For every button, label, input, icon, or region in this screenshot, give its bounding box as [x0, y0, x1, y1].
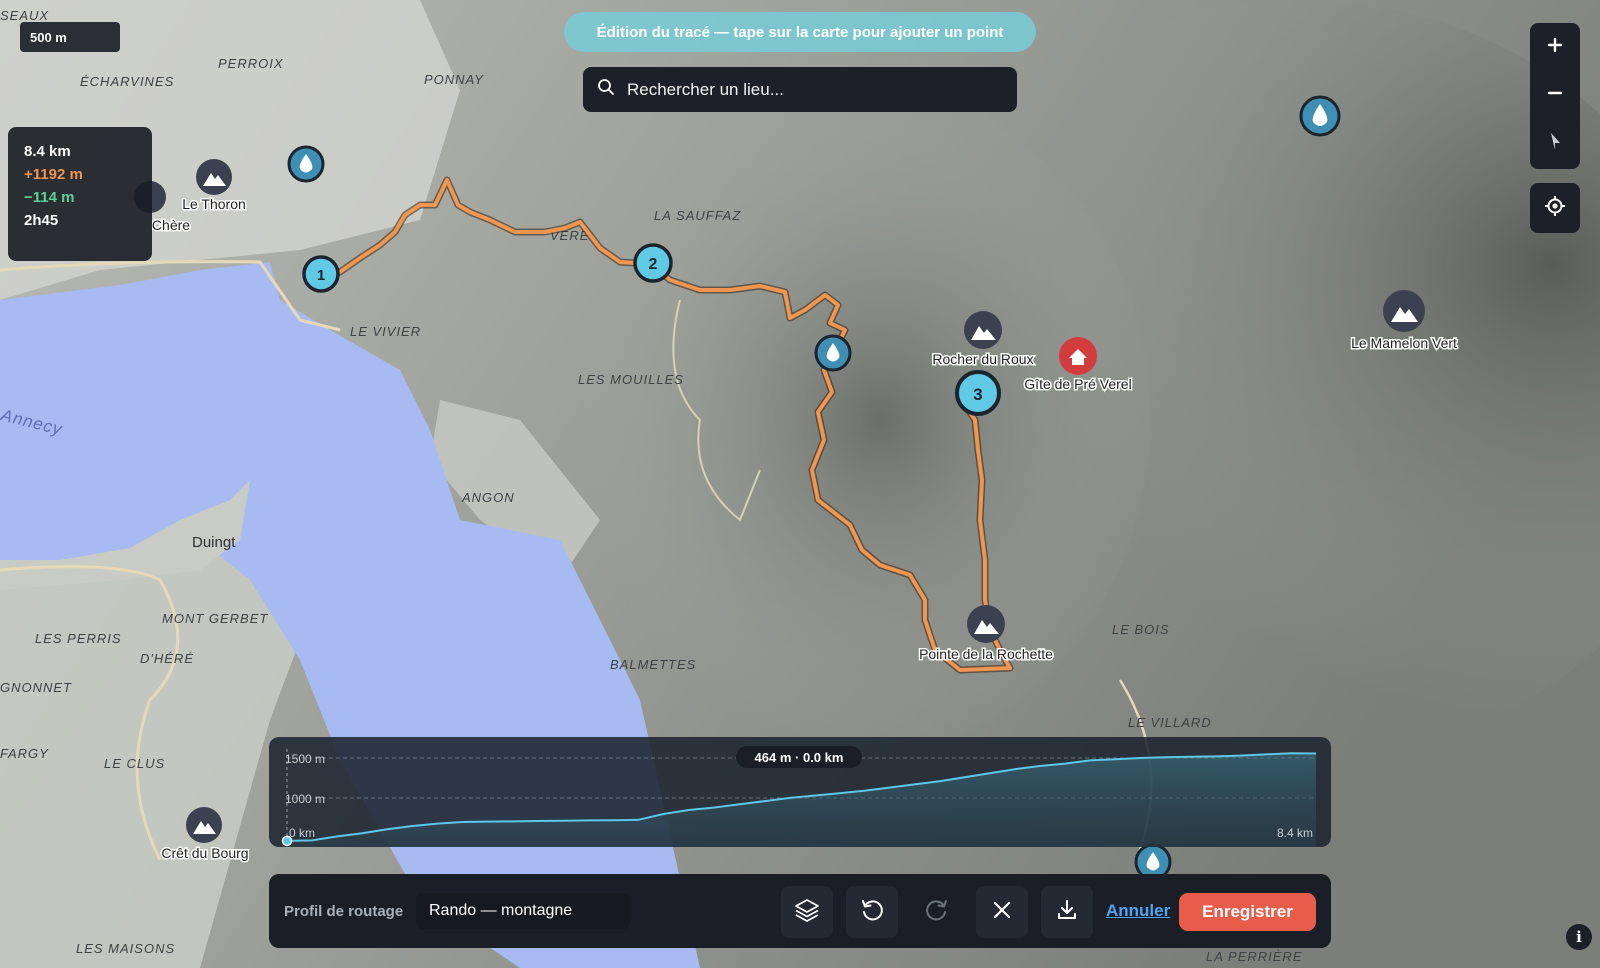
search-bar[interactable]: [583, 67, 1017, 112]
place-label: ANGON: [461, 490, 515, 505]
place-label: MONT GERBET: [162, 611, 268, 626]
zoom-out-button[interactable]: [1530, 71, 1580, 119]
place-label: GNONNET: [0, 680, 72, 695]
routing-profile-label: Profil de routage: [284, 902, 404, 920]
compass-icon: [1547, 131, 1563, 156]
peak-label: Chère: [152, 217, 190, 233]
waypoint-number: 2: [649, 256, 658, 273]
y-label-1500: 1500 m: [285, 752, 325, 766]
place-label: FARGY: [0, 746, 49, 761]
water-icon[interactable]: [1299, 95, 1341, 137]
edit-toolbar: Profil de routage Rando — montagne Annul…: [269, 874, 1331, 948]
zoom-controls: [1530, 23, 1580, 169]
waypoint-number: 1: [317, 267, 325, 284]
redo-icon: [924, 897, 950, 928]
water-icon[interactable]: [287, 145, 325, 183]
waypoint-marker[interactable]: 3: [955, 370, 1001, 416]
route-stats-panel: 8.4 km +1192 m −114 m 2h45: [8, 127, 152, 261]
stat-duration: 2h45: [24, 212, 59, 229]
place-label: SEAUX: [0, 8, 49, 23]
layers-button[interactable]: [781, 886, 833, 938]
y-label-1000: 1000 m: [285, 792, 325, 806]
search-icon: [597, 78, 615, 101]
place-label: ÉCHARVINES: [80, 74, 174, 89]
peak-icon[interactable]: [1383, 290, 1425, 332]
routing-profile-select[interactable]: Rando — montagne: [416, 893, 630, 929]
save-button[interactable]: Enregistrer: [1179, 893, 1316, 931]
peak-icon[interactable]: [196, 159, 232, 195]
place-label: LE VILLARD: [1128, 715, 1212, 730]
locate-button[interactable]: [1530, 183, 1580, 233]
place-label: PONNAY: [424, 72, 484, 87]
waypoint-marker[interactable]: 1: [302, 255, 340, 293]
water-icon[interactable]: [814, 334, 852, 372]
stat-descent: −114 m: [24, 189, 75, 206]
stat-ascent: +1192 m: [24, 166, 83, 183]
scale-label: 500 m: [30, 29, 67, 45]
undo-icon: [859, 897, 885, 928]
peak-label: Le Mamelon Vert: [1351, 335, 1457, 351]
download-icon: [1055, 898, 1079, 927]
x-label-start: 0 km: [289, 826, 315, 840]
undo-button[interactable]: [846, 886, 898, 938]
clear-button[interactable]: [976, 886, 1028, 938]
cancel-button[interactable]: Annuler: [1106, 874, 1170, 948]
info-button[interactable]: i: [1566, 924, 1592, 950]
place-label: BALMETTES: [610, 657, 696, 672]
x-label-end: 8.4 km: [1277, 826, 1313, 840]
peak-label: Le Thoron: [182, 196, 246, 212]
peak-label: Crêt du Bourg: [161, 845, 248, 861]
hut-icon[interactable]: [1059, 337, 1097, 375]
place-label: LE CLUS: [104, 756, 165, 771]
compass-button[interactable]: [1530, 119, 1580, 167]
close-icon: [992, 900, 1012, 925]
peak-icon[interactable]: [967, 605, 1005, 643]
place-label: Duingt: [192, 534, 236, 551]
zoom-in-button[interactable]: [1530, 23, 1580, 71]
peak-label: Pointe de la Rochette: [919, 646, 1053, 662]
peak-icon[interactable]: [186, 807, 222, 843]
stat-distance: 8.4 km: [24, 143, 71, 160]
edit-mode-banner: Édition du tracé — tape sur la carte pou…: [564, 12, 1036, 52]
place-label: PERROIX: [218, 56, 284, 71]
place-label: LES MOUILLES: [578, 372, 684, 387]
layers-icon: [794, 897, 820, 928]
place-label: LES PERRIS: [35, 631, 122, 646]
redo-button[interactable]: [911, 886, 963, 938]
scale-bar: 500 m: [20, 22, 120, 52]
place-label: D'HÉRÉ: [140, 651, 194, 666]
place-label: LA PERRIÈRE: [1206, 949, 1303, 964]
profile-tooltip: 464 m · 0.0 km: [736, 746, 862, 768]
locate-icon: [1544, 195, 1566, 222]
edit-mode-text: Édition du tracé — tape sur la carte pou…: [596, 23, 1004, 41]
peak-label: Rocher du Roux: [932, 351, 1033, 367]
place-label: LA SAUFFAZ: [654, 208, 741, 223]
hut-label: Gîte de Pré Verel: [1024, 376, 1131, 392]
minus-icon: [1547, 85, 1563, 106]
place-label: LE VIVIER: [350, 324, 421, 339]
place-label: LES MAISONS: [76, 941, 175, 956]
info-icon: i: [1576, 928, 1582, 946]
download-button[interactable]: [1041, 886, 1093, 938]
waypoint-number: 3: [973, 385, 982, 404]
waypoint-marker[interactable]: 2: [633, 243, 673, 283]
peak-icon[interactable]: [964, 311, 1002, 349]
search-input[interactable]: [625, 78, 989, 101]
place-label: LE BOIS: [1112, 622, 1170, 637]
plus-icon: [1547, 37, 1563, 58]
